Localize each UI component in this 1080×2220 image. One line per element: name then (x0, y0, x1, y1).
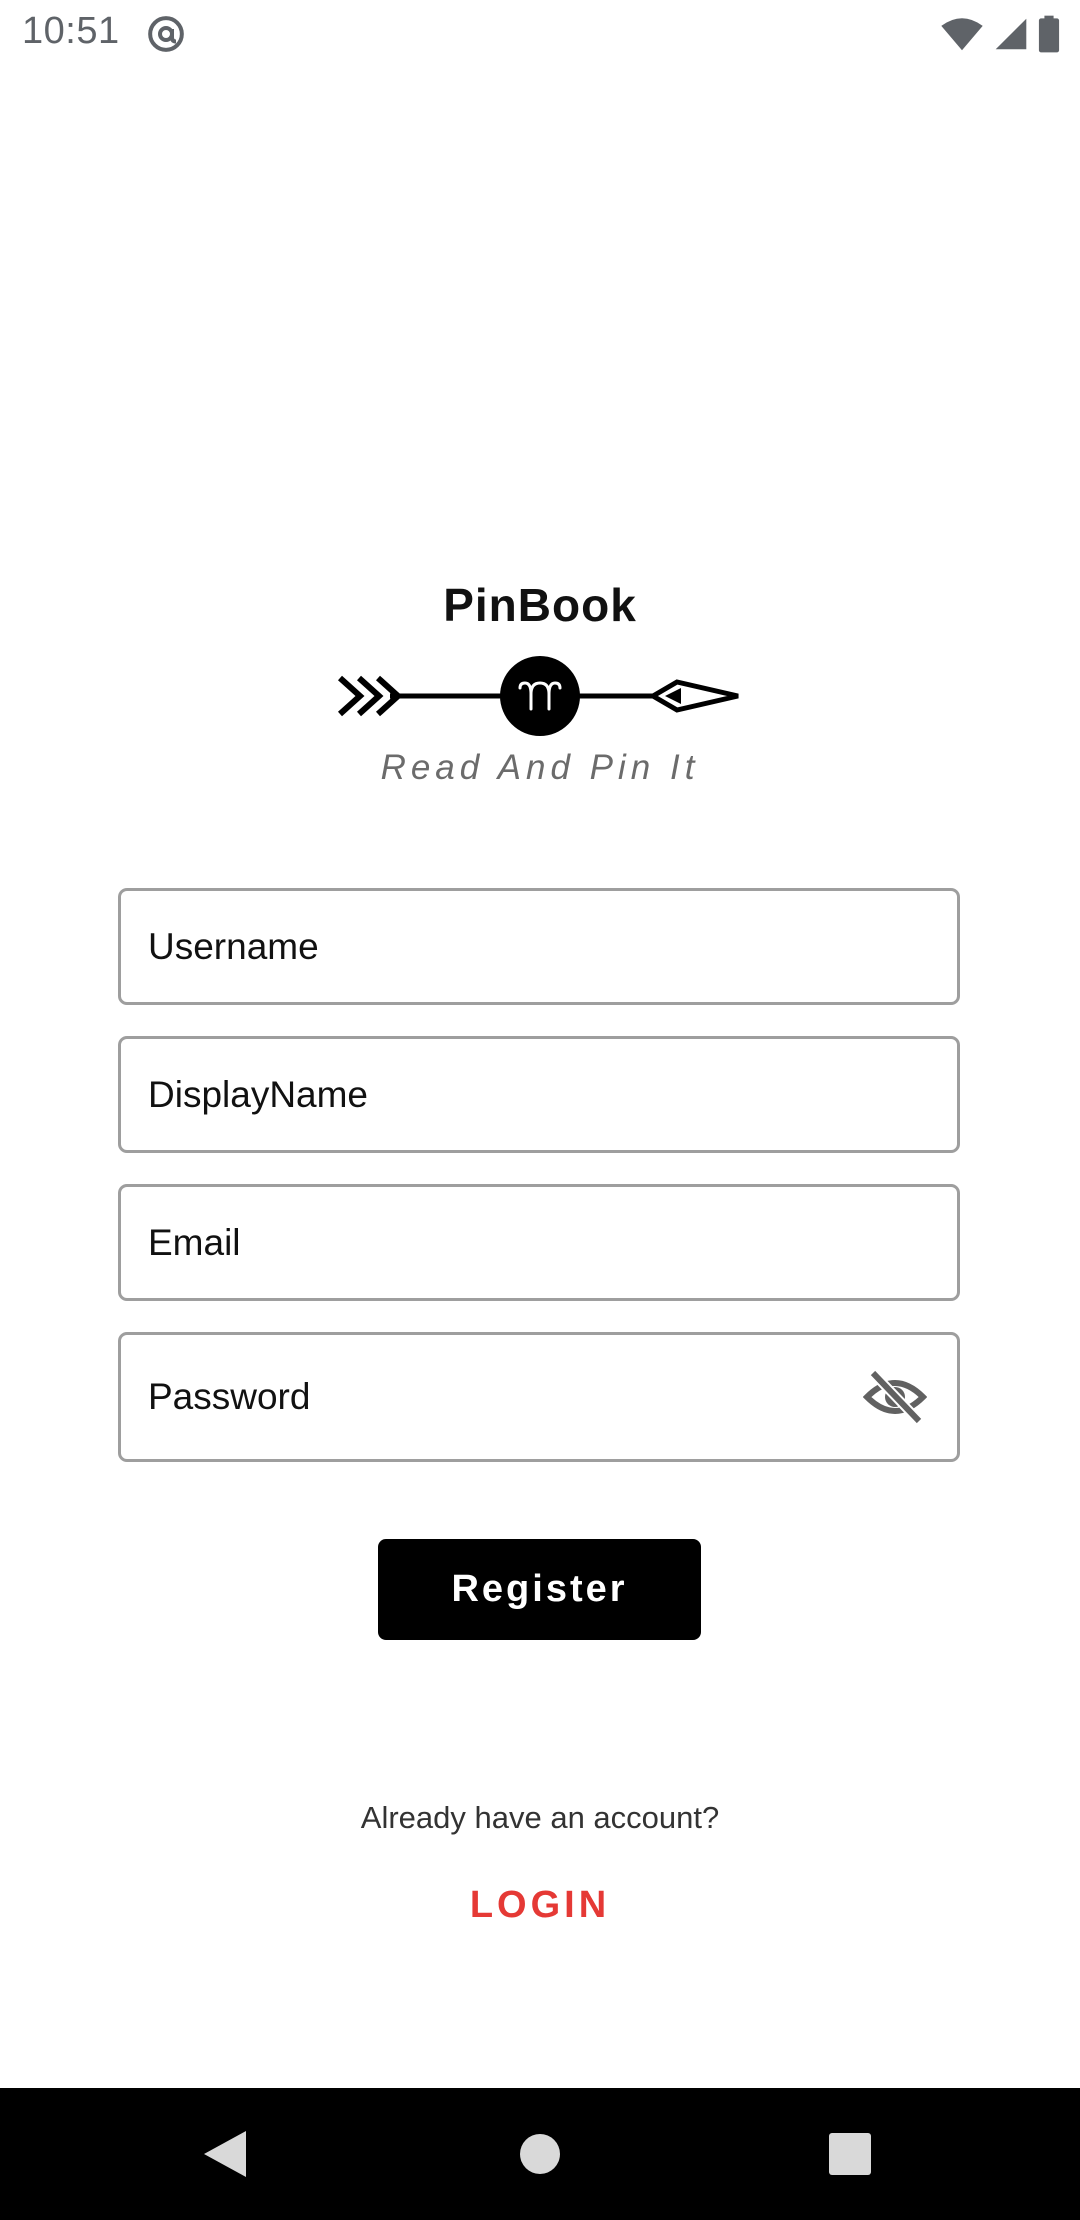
already-have-account-text: Already have an account? (360, 1800, 720, 1835)
wifi-icon (941, 18, 983, 51)
login-link[interactable]: LOGIN (0, 1884, 1080, 1927)
app-title: PinBook (443, 579, 637, 631)
battery-icon (1038, 15, 1060, 53)
status-icons (940, 14, 1060, 54)
password-label: Password (148, 1376, 311, 1417)
status-bar: 10:51 (0, 0, 1080, 66)
tagline: Read And Pin It (380, 748, 700, 787)
eye-off-icon[interactable] (863, 1369, 927, 1425)
displayname-field[interactable]: DisplayName (118, 1036, 960, 1153)
displayname-label: DisplayName (148, 1073, 369, 1115)
register-button[interactable]: Register (378, 1539, 701, 1640)
email-label: Email (148, 1221, 241, 1263)
at-sign-icon (148, 16, 184, 52)
status-time: 10:51 (22, 10, 120, 52)
navigation-bar (0, 2088, 1080, 2220)
cellular-signal-icon (995, 18, 1027, 50)
email-field[interactable]: Email (118, 1184, 960, 1301)
home-icon[interactable] (519, 2133, 561, 2175)
recents-icon[interactable] (829, 2133, 871, 2175)
aries-arrow-icon (337, 656, 739, 736)
back-icon[interactable] (204, 2131, 246, 2177)
username-label: Username (148, 925, 319, 967)
password-field[interactable]: Password (118, 1332, 960, 1462)
register-screen: 10:51 PinBook Read And Pin It Username D… (0, 0, 1080, 2220)
username-field[interactable]: Username (118, 888, 960, 1005)
